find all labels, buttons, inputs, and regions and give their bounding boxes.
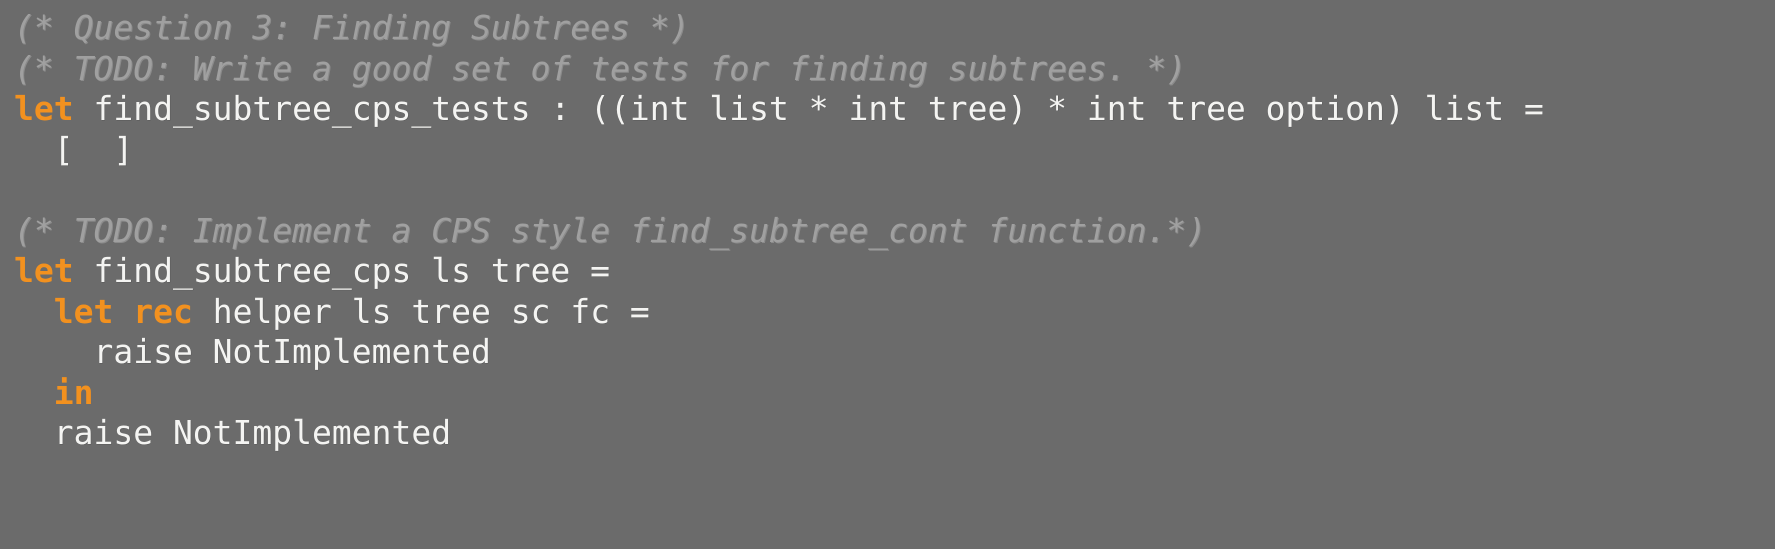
- code-line: raise NotImplemented: [14, 413, 1775, 454]
- code-line: let rec helper ls tree sc fc =: [14, 292, 1775, 333]
- code-text-token: helper ls tree sc fc =: [192, 291, 650, 331]
- code-line: (* TODO: Write a good set of tests for f…: [14, 49, 1775, 90]
- code-line: let find_subtree_cps_tests : ((int list …: [14, 89, 1775, 130]
- code-text-token: raise NotImplemented: [14, 332, 491, 371]
- code-text-token: [ ]: [14, 129, 134, 169]
- code-keyword-token: rec: [133, 291, 193, 331]
- code-editor-viewport[interactable]: (* Question 3: Finding Subtrees *) (* TOD…: [0, 0, 1775, 549]
- code-line: let find_subtree_cps ls tree =: [14, 251, 1775, 292]
- code-keyword-token: in: [53, 372, 94, 412]
- code-keyword-token: let: [53, 291, 114, 331]
- code-keyword-token: let: [14, 89, 74, 128]
- code-line: (* Question 3: Finding Subtrees *): [14, 8, 1775, 49]
- code-line: in: [14, 373, 1775, 414]
- code-comment-token: (* TODO: Write a good set of tests for f…: [14, 48, 1187, 88]
- code-text-token: raise NotImplemented: [14, 413, 452, 452]
- code-line: [ ]: [14, 130, 1775, 171]
- code-line: [14, 170, 1775, 211]
- code-comment-token: (* TODO: Implement a CPS style find_subt…: [14, 210, 1207, 250]
- code-keyword-token: let: [14, 251, 74, 290]
- code-text-token: find_subtree_cps_tests : ((int list * in…: [73, 89, 1544, 128]
- code-comment-token: (* Question 3: Finding Subtrees *): [14, 8, 690, 47]
- code-line: raise NotImplemented: [14, 332, 1775, 373]
- code-line: (* TODO: Implement a CPS style find_subt…: [14, 211, 1775, 252]
- code-text-token: find_subtree_cps ls tree =: [73, 251, 611, 290]
- code-block[interactable]: (* Question 3: Finding Subtrees *) (* TOD…: [14, 8, 1775, 454]
